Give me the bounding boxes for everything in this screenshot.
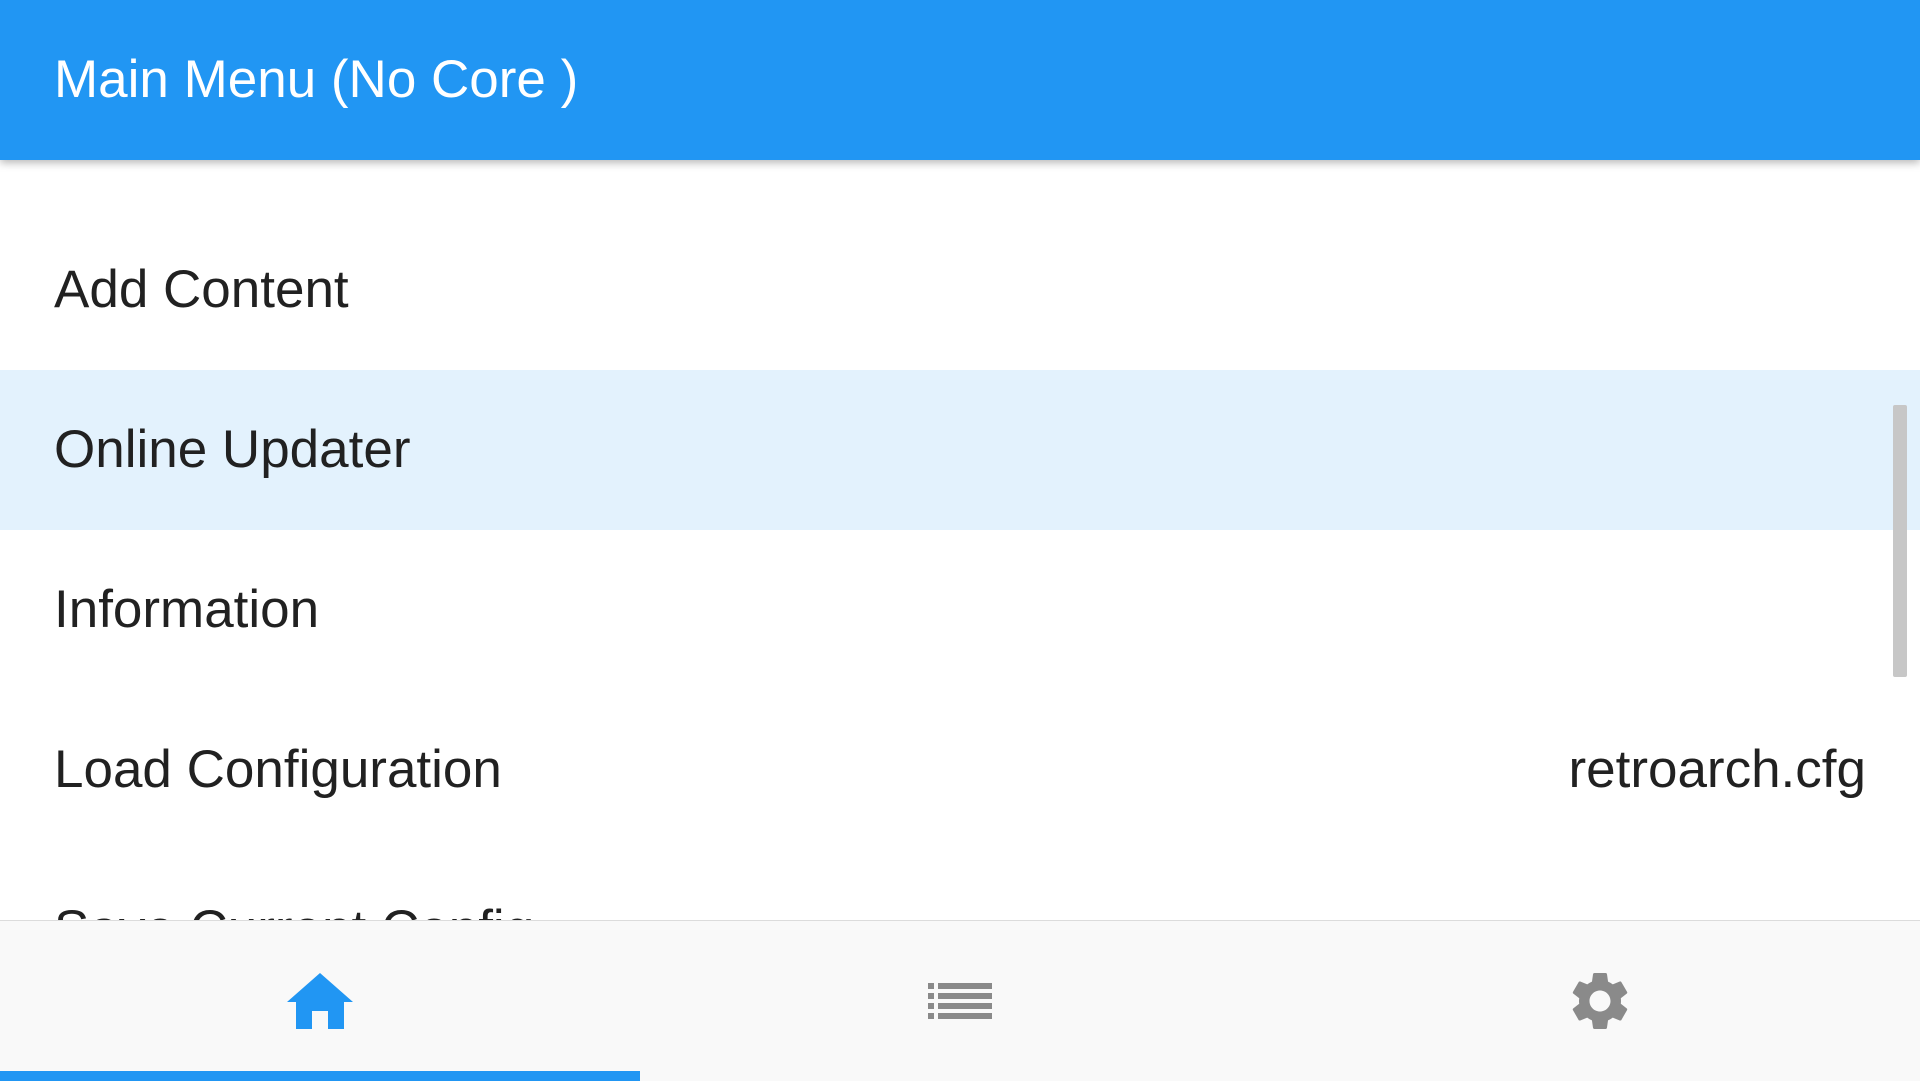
tab-main-menu[interactable] xyxy=(0,921,640,1081)
menu-item-add-content[interactable]: Add Content xyxy=(0,210,1920,370)
menu-item-load-configuration[interactable]: Load Configuration retroarch.cfg xyxy=(0,690,1920,850)
home-icon xyxy=(285,971,355,1031)
menu-item-label: Load Configuration xyxy=(54,740,502,799)
tab-settings[interactable] xyxy=(1280,921,1920,1081)
bottom-tab-bar xyxy=(0,920,1920,1081)
page-title: Main Menu (No Core ) xyxy=(54,50,579,109)
app-bar: Main Menu (No Core ) xyxy=(0,0,1920,160)
menu-item-label: Information xyxy=(54,580,320,639)
scrollbar[interactable] xyxy=(1893,405,1907,677)
gear-icon xyxy=(1565,966,1635,1036)
menu-item-online-updater[interactable]: Online Updater xyxy=(0,370,1920,530)
tab-playlists[interactable] xyxy=(640,921,1280,1081)
menu-item-label: Save Current Config xyxy=(54,900,534,920)
menu-item-value: retroarch.cfg xyxy=(1568,740,1866,799)
list-icon xyxy=(928,981,992,1021)
menu-item-label: Online Updater xyxy=(54,420,411,479)
main-menu-list[interactable]: Add Content Online Updater Information L… xyxy=(0,160,1920,920)
menu-item-label: Add Content xyxy=(54,260,349,319)
menu-item-save-current-config[interactable]: Save Current Config xyxy=(0,850,1920,920)
menu-item-information[interactable]: Information xyxy=(0,530,1920,690)
